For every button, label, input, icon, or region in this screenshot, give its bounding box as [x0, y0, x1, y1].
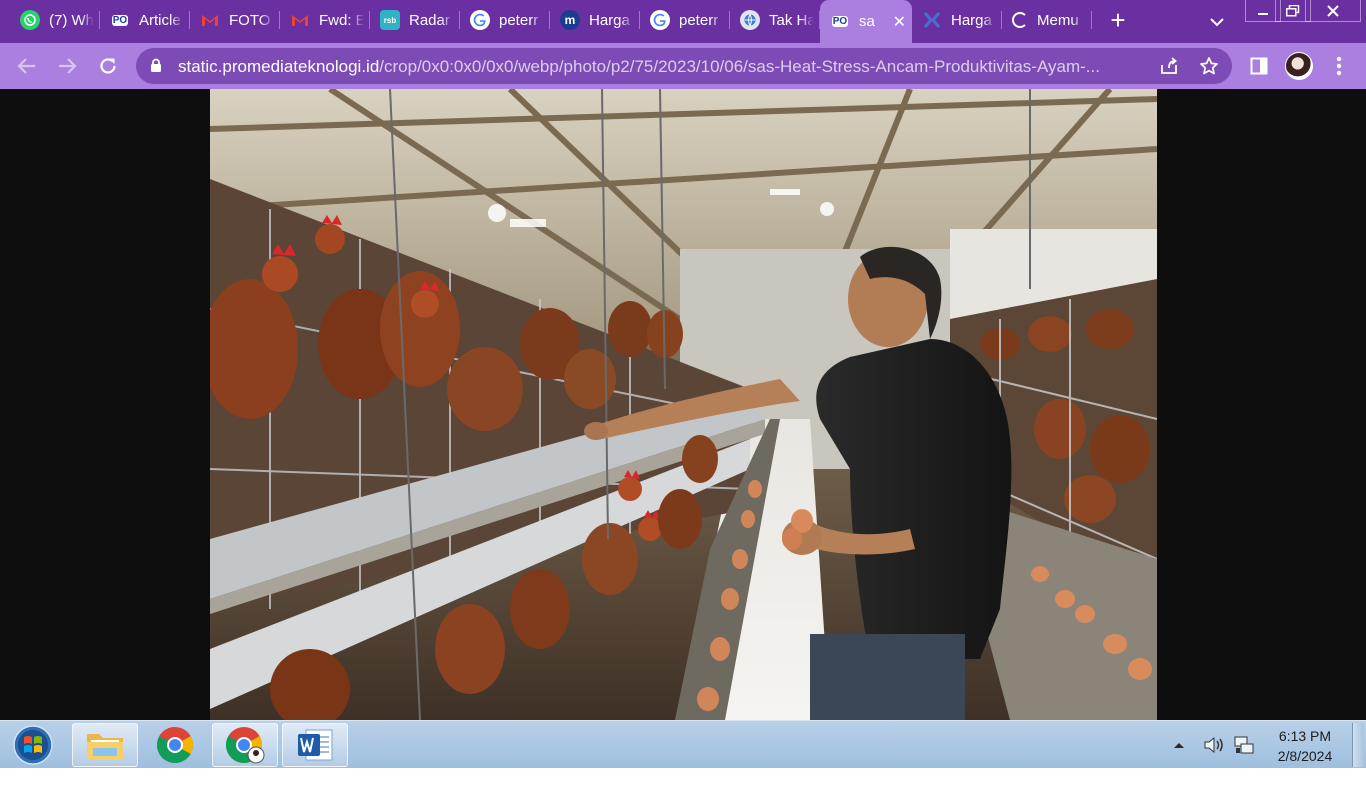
restore-icon: [1286, 4, 1300, 16]
star-icon: [1200, 57, 1218, 75]
back-button[interactable]: [12, 51, 42, 81]
x-brand-icon: [922, 10, 942, 30]
taskbar-explorer[interactable]: [72, 723, 138, 767]
screen-bottom-margin: [0, 768, 1366, 800]
windows-taskbar: 6:13 PM 2/8/2024: [0, 720, 1366, 768]
tab-title: sa: [859, 13, 875, 30]
tab-title: Memu: [1037, 11, 1079, 29]
forward-arrow-icon: [59, 58, 77, 74]
reload-button[interactable]: [93, 51, 123, 81]
system-clock[interactable]: 6:13 PM 2/8/2024: [1262, 726, 1348, 766]
network-button[interactable]: [1232, 721, 1256, 769]
chevron-up-icon: [1174, 743, 1184, 748]
tab-strip: (7) Wh PO Article FOTO Fwd: Ersb Radar peterr m…: [0, 0, 1366, 43]
taskbar-chrome[interactable]: [142, 723, 208, 767]
chrome-profile-icon: [225, 727, 265, 764]
page-viewport: [0, 89, 1366, 720]
taskbar-word[interactable]: [282, 723, 348, 767]
tab-title: (7) Wh: [49, 11, 94, 29]
url-text[interactable]: static.promediateknologi.id/crop/0x0:0x0…: [178, 57, 1148, 77]
tab-2[interactable]: PO Article: [100, 1, 190, 39]
taskbar-chrome-profile[interactable]: [212, 723, 278, 767]
tab-6[interactable]: peterr: [460, 1, 550, 39]
m-icon: m: [560, 10, 580, 30]
close-window-button[interactable]: [1305, 0, 1361, 22]
folder-icon: [87, 734, 123, 760]
side-panel-button[interactable]: [1246, 53, 1272, 79]
tab-1[interactable]: (7) Wh: [10, 1, 100, 39]
chevron-down-icon: [1210, 18, 1224, 27]
show-desktop-button[interactable]: [1352, 723, 1364, 767]
tab-close-button[interactable]: ✕: [893, 12, 906, 32]
tab-title: peterr: [679, 11, 719, 29]
network-icon: [1234, 736, 1254, 754]
tab-title: Article: [139, 11, 181, 29]
tab-4[interactable]: Fwd: E: [280, 1, 370, 39]
tab-title: FOTO: [229, 11, 271, 29]
tab-title: Radar: [409, 11, 450, 29]
clock-time: 6:13 PM: [1278, 728, 1332, 744]
whatsapp-icon: [20, 10, 40, 30]
start-button[interactable]: [10, 724, 56, 766]
tab-title: Fwd: E: [319, 11, 364, 29]
tab-9[interactable]: Tak Ha: [730, 1, 820, 39]
tab-search-button[interactable]: [1202, 8, 1232, 36]
chrome-icon: [156, 727, 194, 764]
tab-12[interactable]: Memu: [1002, 1, 1092, 39]
promedia-icon: PO: [831, 16, 849, 27]
speaker-icon: [1204, 736, 1223, 754]
url-host: static.promediateknologi.id: [178, 57, 380, 76]
clock-date: 2/8/2024: [1277, 748, 1333, 764]
gmail-icon: [290, 10, 310, 30]
google-icon: [650, 10, 670, 30]
gmail-icon: [200, 10, 220, 30]
side-panel-icon: [1250, 57, 1268, 75]
displayed-photo[interactable]: [210, 89, 1157, 720]
forward-button[interactable]: [52, 51, 82, 81]
profile-avatar[interactable]: [1285, 52, 1313, 80]
tab-7[interactable]: m Harga: [550, 1, 640, 39]
tab-list: (7) Wh PO Article FOTO Fwd: Ersb Radar peterr m…: [0, 0, 1092, 43]
close-icon: [1327, 4, 1339, 17]
reload-icon: [100, 58, 116, 74]
tab-11[interactable]: Harga: [912, 1, 1002, 39]
tab-10[interactable]: PO sa ✕: [820, 0, 912, 43]
windows-start-icon: [13, 725, 53, 765]
google-icon: [470, 10, 490, 30]
bookmark-button[interactable]: [1198, 55, 1220, 77]
share-button[interactable]: [1158, 55, 1180, 77]
tab-3[interactable]: FOTO: [190, 1, 280, 39]
kebab-menu-icon: [1336, 56, 1342, 76]
back-arrow-icon: [17, 58, 35, 74]
tab-5[interactable]: rsb Radar: [370, 1, 460, 39]
poultry-farm-photo-illustration: [210, 89, 1157, 720]
tab-title: Harga: [951, 11, 992, 29]
word-icon: [298, 729, 333, 761]
url-path: /crop/0x0:0x0/0x0/webp/photo/p2/75/2023/…: [379, 57, 1100, 76]
tab-title: Harga: [589, 11, 630, 29]
lock-icon[interactable]: [150, 58, 162, 73]
loading-spinner-icon: [1012, 12, 1028, 28]
tab-title: peterr: [499, 11, 539, 29]
minimize-icon: [1258, 12, 1268, 15]
tab-8[interactable]: peterr: [640, 1, 730, 39]
browser-toolbar: static.promediateknologi.id/crop/0x0:0x0…: [0, 43, 1366, 89]
new-tab-button[interactable]: +: [1098, 1, 1138, 39]
rsb-icon: rsb: [380, 10, 400, 30]
promedia-icon: PO: [111, 14, 129, 26]
volume-button[interactable]: [1202, 721, 1226, 769]
share-icon: [1161, 57, 1177, 74]
browser-menu-button[interactable]: [1326, 53, 1352, 79]
show-hidden-icons-button[interactable]: [1172, 721, 1186, 769]
address-bar[interactable]: static.promediateknologi.id/crop/0x0:0x0…: [136, 48, 1232, 84]
globe-icon: [740, 10, 760, 30]
tab-title: Tak Ha: [769, 11, 814, 29]
